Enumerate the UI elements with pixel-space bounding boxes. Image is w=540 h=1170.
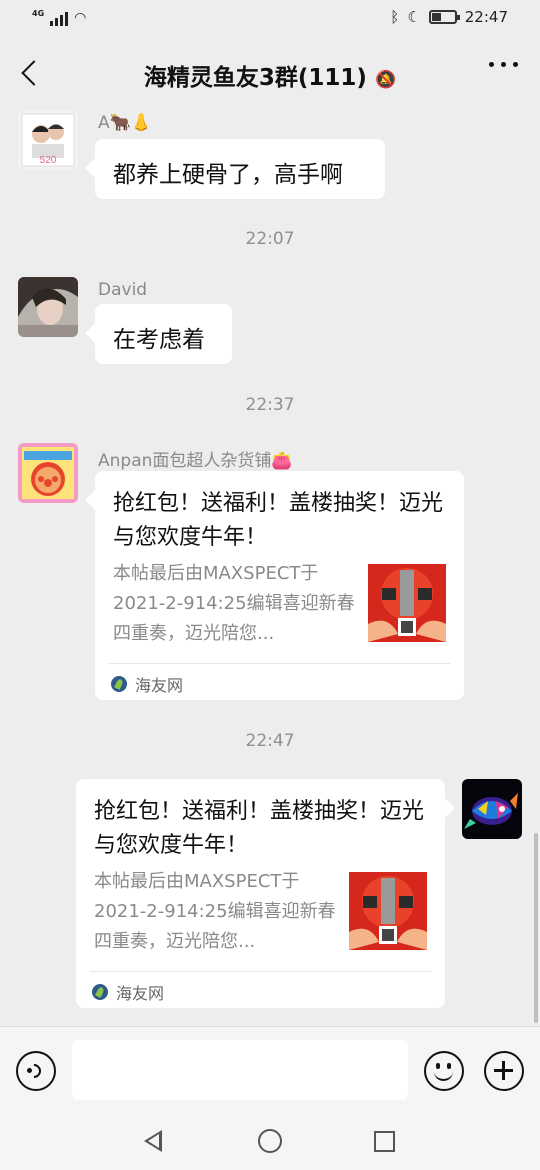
do-not-disturb-icon: ☾ bbox=[407, 8, 421, 26]
network-label: 4G bbox=[32, 9, 45, 18]
input-bar bbox=[0, 1026, 540, 1114]
system-nav-bar bbox=[0, 1114, 540, 1170]
card-source: 海友网 bbox=[111, 672, 183, 696]
status-bar: 4G ◠ ᛒ ☾ 22:47 bbox=[0, 0, 540, 38]
card-title: 抢红包！送福利！盖楼抽奖！迈光与您欢度牛年！ bbox=[94, 799, 425, 858]
link-card[interactable]: 抢红包！送福利！盖楼抽奖！迈光与您欢度牛年！ 本帖最后由MAXSPECT于202… bbox=[95, 471, 464, 700]
voice-input-button[interactable] bbox=[16, 1051, 56, 1091]
chat-header: 海精灵鱼友3群(111) 🔕 bbox=[0, 38, 540, 108]
card-description: 本帖最后由MAXSPECT于2021-2-914:25编辑喜迎新春四重奏，迈光陪… bbox=[94, 871, 336, 952]
sender-name: David bbox=[98, 280, 148, 300]
dot-icon bbox=[501, 62, 506, 67]
chat-title: 海精灵鱼友3群(111) bbox=[143, 65, 367, 91]
avatar[interactable] bbox=[18, 277, 78, 337]
status-right: ᛒ ☾ 22:47 bbox=[390, 8, 508, 26]
card-divider bbox=[109, 663, 450, 664]
card-source: 海友网 bbox=[92, 980, 164, 1004]
card-thumbnail bbox=[368, 564, 446, 642]
avatar[interactable]: 520 bbox=[18, 110, 78, 170]
emoji-button[interactable] bbox=[424, 1051, 464, 1091]
card-source-label: 海友网 bbox=[116, 984, 165, 1003]
more-options-button[interactable] bbox=[489, 62, 518, 67]
sender-name: A🐂👃 bbox=[98, 113, 152, 133]
card-divider bbox=[90, 971, 431, 972]
battery-icon bbox=[428, 10, 460, 24]
source-logo-icon bbox=[92, 984, 108, 1000]
chat-messages[interactable]: 520 A🐂👃 都养上硬骨了，高手啊 22:07 David 在考虑着 22:3… bbox=[0, 108, 540, 1026]
message-text: 都养上硬骨了，高手啊 bbox=[113, 162, 343, 188]
card-title: 抢红包！送福利！盖楼抽奖！迈光与您欢度牛年！ bbox=[113, 491, 444, 550]
clock: 22:47 bbox=[464, 8, 508, 26]
nav-home-button[interactable] bbox=[258, 1129, 282, 1153]
card-thumbnail bbox=[349, 872, 427, 950]
my-avatar[interactable] bbox=[462, 779, 522, 839]
dot-icon bbox=[513, 62, 518, 67]
avatar[interactable] bbox=[18, 443, 78, 503]
source-logo-icon bbox=[111, 676, 127, 692]
mute-icon: 🔕 bbox=[374, 70, 397, 90]
svg-text:520: 520 bbox=[40, 155, 57, 166]
sender-name: Anpan面包超人杂货铺👛 bbox=[98, 451, 293, 471]
timestamp: 22:47 bbox=[245, 731, 295, 751]
card-description: 本帖最后由MAXSPECT于2021-2-914:25编辑喜迎新春四重奏，迈光陪… bbox=[113, 563, 355, 644]
timestamp: 22:37 bbox=[245, 395, 295, 415]
wifi-icon: ◠ bbox=[74, 10, 87, 26]
timestamp: 22:07 bbox=[245, 229, 295, 249]
more-actions-button[interactable] bbox=[484, 1051, 524, 1091]
message-text: 在考虑着 bbox=[113, 327, 205, 353]
message-bubble[interactable]: 在考虑着 bbox=[95, 304, 232, 364]
bluetooth-icon: ᛒ bbox=[390, 8, 400, 26]
message-bubble[interactable]: 都养上硬骨了，高手啊 bbox=[95, 139, 385, 199]
chat-title-wrap: 海精灵鱼友3群(111) 🔕 bbox=[0, 58, 540, 92]
scrollbar[interactable] bbox=[534, 833, 538, 1023]
status-left: 4G ◠ bbox=[32, 9, 87, 26]
signal-icon bbox=[50, 12, 69, 26]
card-source-label: 海友网 bbox=[135, 676, 184, 695]
link-card[interactable]: 抢红包！送福利！盖楼抽奖！迈光与您欢度牛年！ 本帖最后由MAXSPECT于202… bbox=[76, 779, 445, 1008]
nav-recents-button[interactable] bbox=[374, 1131, 395, 1152]
nav-back-button[interactable] bbox=[144, 1130, 162, 1152]
message-input[interactable] bbox=[72, 1040, 408, 1100]
dot-icon bbox=[489, 62, 494, 67]
